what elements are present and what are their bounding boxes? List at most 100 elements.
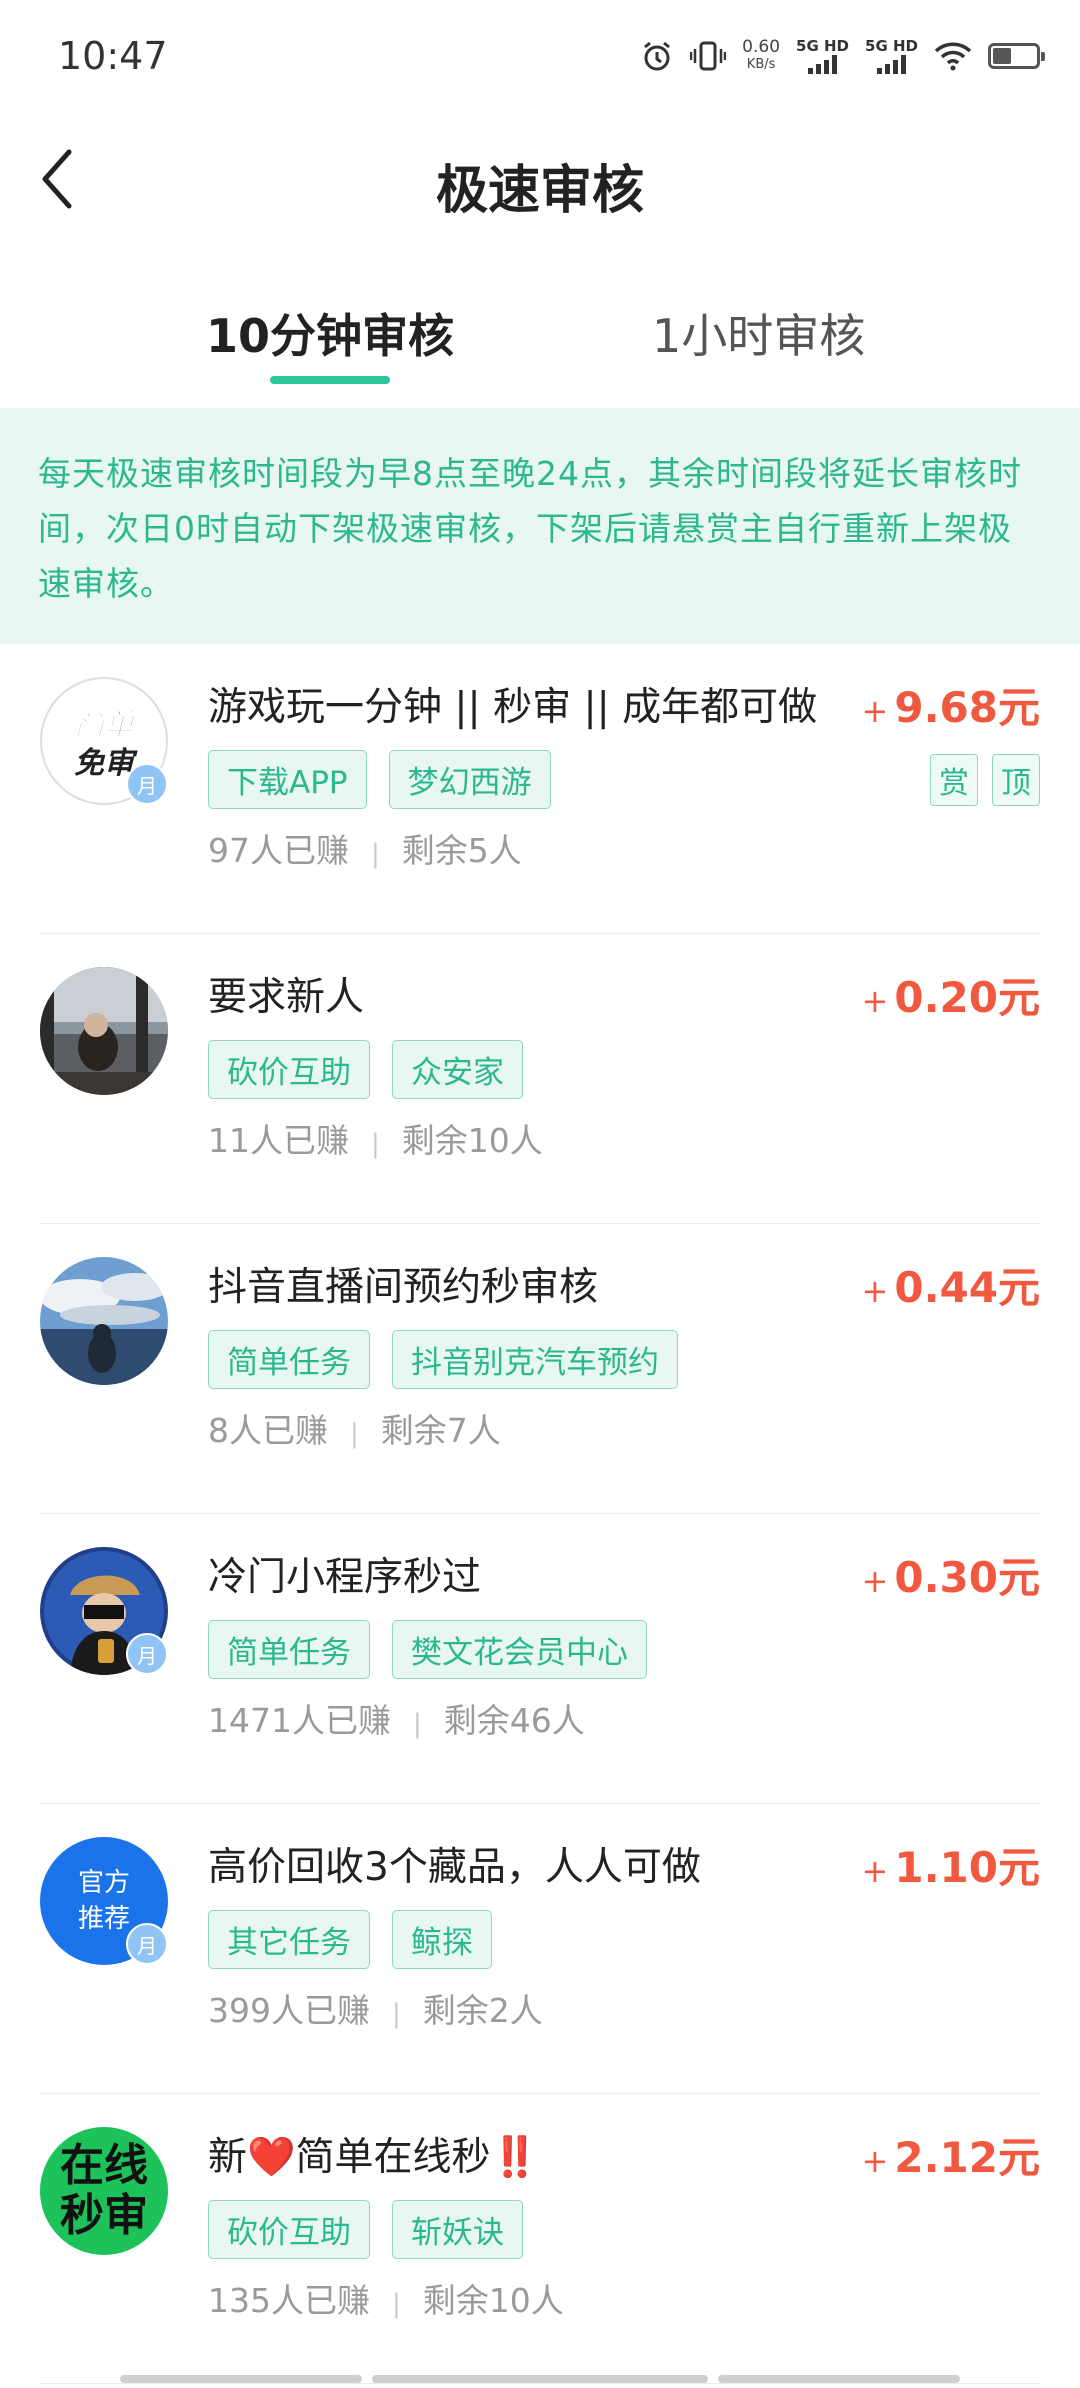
scroll-indicator-middle [372, 2375, 708, 2383]
nav-bar: 极速审核 [0, 118, 1080, 248]
task-flags: 赏 顶 [930, 754, 1040, 806]
battery-icon [988, 43, 1045, 69]
tab-bar: 10分钟审核 1小时审核 [0, 290, 1080, 390]
task-tag: 鲸探 [392, 1910, 492, 1969]
status-icons: 0.60 KB/s 5G HD 5G HD [640, 34, 1045, 78]
task-item[interactable]: 官方 推荐 月 高价回收3个藏品，人人可做 +1.10元 其它任务 鲸探 399… [40, 1804, 1040, 2094]
avatar: 月 [40, 1547, 168, 1675]
earned-count: 97人已赚 [208, 831, 349, 870]
task-title: 抖音直播间预约秒审核 [208, 1265, 599, 1310]
remaining-count: 剩余2人 [422, 1991, 543, 2030]
task-tag: 简单任务 [208, 1620, 370, 1679]
task-tag: 斩妖诀 [392, 2200, 523, 2259]
active-tab-indicator [270, 376, 390, 384]
earned-count: 8人已赚 [208, 1411, 328, 1450]
member-badge: 月 [126, 1923, 168, 1965]
task-meta: 97人已赚 | 剩余5人 [208, 831, 522, 870]
task-title: 游戏玩一分钟 || 秒审 || 成年都可做 [208, 685, 818, 730]
status-bar: 10:47 0.60 KB/s 5G HD 5G HD [0, 0, 1080, 118]
sim2-label: 5G HD [865, 37, 918, 55]
avatar-text-line2: 秒审 [60, 2190, 148, 2241]
task-title: 高价回收3个藏品，人人可做 [208, 1845, 701, 1890]
earned-count: 1471人已赚 [208, 1701, 391, 1740]
reward-flag: 赏 [930, 754, 978, 806]
task-tag: 抖音别克汽车预约 [392, 1330, 678, 1389]
alarm-icon [640, 39, 674, 73]
notice-text: 每天极速审核时间段为早8点至晚24点，其余时间段将延长审核时间，次日0时自动下架… [38, 454, 1022, 603]
vibrate-icon [690, 39, 727, 73]
task-item[interactable]: 简单 免审 月 游戏玩一分钟 || 秒审 || 成年都可做 +9.68元 下载A… [40, 644, 1040, 934]
task-item[interactable]: 月 冷门小程序秒过 +0.30元 简单任务 樊文花会员中心 1471人已赚 | 剩余… [40, 1514, 1040, 1804]
sim1-label: 5G HD [796, 37, 850, 55]
scroll-indicator-left [120, 2375, 362, 2383]
avatar [40, 1257, 168, 1385]
earned-count: 399人已赚 [208, 1991, 370, 2030]
task-item[interactable]: 在线 秒审 新❤️简单在线秒‼️ +2.12元 砍价互助 斩妖诀 135人已赚 |… [40, 2094, 1040, 2384]
avatar-image: 在线 秒审 [40, 2127, 168, 2255]
task-tag: 简单任务 [208, 1330, 370, 1389]
remaining-count: 剩余10人 [401, 1121, 543, 1160]
task-tags: 砍价互助 众安家 [208, 1040, 523, 1099]
task-tags: 砍价互助 斩妖诀 [208, 2200, 523, 2259]
remaining-count: 剩余46人 [443, 1701, 585, 1740]
avatar-text-line1: 官方 [77, 1868, 130, 1898]
net-speed-value: 0.60 [742, 37, 781, 57]
task-tags: 其它任务 鲸探 [208, 1910, 492, 1969]
remaining-count: 剩余10人 [422, 2281, 564, 2320]
task-title: 新❤️简单在线秒‼️ [208, 2135, 540, 2180]
task-price: +1.10元 [861, 1843, 1040, 1892]
task-title: 冷门小程序秒过 [208, 1555, 482, 1600]
tab-1-hour-review[interactable]: 1小时审核 [652, 300, 865, 366]
earned-count: 11人已赚 [208, 1121, 349, 1160]
avatar [40, 967, 168, 1095]
task-tag: 梦幻西游 [388, 750, 551, 809]
task-meta: 8人已赚 | 剩余7人 [208, 1411, 501, 1450]
tab-10-minute-review[interactable]: 10分钟审核 [206, 300, 454, 366]
task-meta: 399人已赚 | 剩余2人 [208, 1991, 543, 2030]
task-list: 简单 免审 月 游戏玩一分钟 || 秒审 || 成年都可做 +9.68元 下载A… [0, 644, 1080, 2384]
top-flag: 顶 [992, 754, 1040, 806]
net-speed: 0.60 KB/s [742, 38, 780, 74]
task-title: 要求新人 [208, 975, 365, 1020]
avatar: 在线 秒审 [40, 2127, 168, 2255]
task-tags: 简单任务 抖音别克汽车预约 [208, 1330, 678, 1389]
task-tags: 简单任务 樊文花会员中心 [208, 1620, 647, 1679]
task-price: +0.30元 [861, 1553, 1040, 1602]
signal-icon-sim2: 5G HD [865, 38, 918, 74]
avatar: 官方 推荐 月 [40, 1837, 168, 1965]
svg-text:简单: 简单 [74, 708, 136, 743]
task-item[interactable]: 要求新人 +0.20元 砍价互助 众安家 11人已赚 | 剩余10人 [40, 934, 1040, 1224]
member-badge: 月 [126, 763, 168, 805]
task-tags: 下载APP 梦幻西游 [208, 750, 551, 809]
task-item[interactable]: 抖音直播间预约秒审核 +0.44元 简单任务 抖音别克汽车预约 8人已赚 | 剩余7… [40, 1224, 1040, 1514]
task-price: +0.20元 [861, 973, 1040, 1022]
remaining-count: 剩余7人 [380, 1411, 501, 1450]
wifi-icon [934, 41, 972, 71]
task-meta: 135人已赚 | 剩余10人 [208, 2281, 564, 2320]
task-tag: 砍价互助 [208, 1040, 370, 1099]
task-tag: 众安家 [392, 1040, 523, 1099]
avatar-image [40, 967, 168, 1095]
notice-banner: 每天极速审核时间段为早8点至晚24点，其余时间段将延长审核时间，次日0时自动下架… [0, 408, 1080, 644]
task-price: +0.44元 [861, 1263, 1040, 1312]
remaining-count: 剩余5人 [401, 831, 522, 870]
page-title: 极速审核 [435, 161, 644, 221]
avatar-text-line2: 推荐 [77, 1904, 130, 1934]
member-badge: 月 [126, 1633, 168, 1675]
status-time: 10:47 [58, 34, 168, 78]
task-meta: 1471人已赚 | 剩余46人 [208, 1701, 585, 1740]
task-price: +9.68元 [861, 683, 1040, 732]
task-tag: 砍价互助 [208, 2200, 370, 2259]
avatar-text-line1: 在线 [60, 2140, 148, 2191]
avatar-image [40, 1257, 168, 1385]
task-price: +2.12元 [861, 2133, 1040, 2182]
avatar: 简单 免审 月 [40, 677, 168, 805]
signal-icon-sim1: 5G HD [796, 38, 849, 74]
task-tag: 其它任务 [208, 1910, 370, 1969]
task-tag: 下载APP [208, 750, 367, 809]
task-meta: 11人已赚 | 剩余10人 [208, 1121, 543, 1160]
scroll-indicator-right [718, 2375, 960, 2383]
task-tag: 樊文花会员中心 [392, 1620, 647, 1679]
earned-count: 135人已赚 [208, 2281, 370, 2320]
net-speed-unit: KB/s [746, 57, 776, 72]
